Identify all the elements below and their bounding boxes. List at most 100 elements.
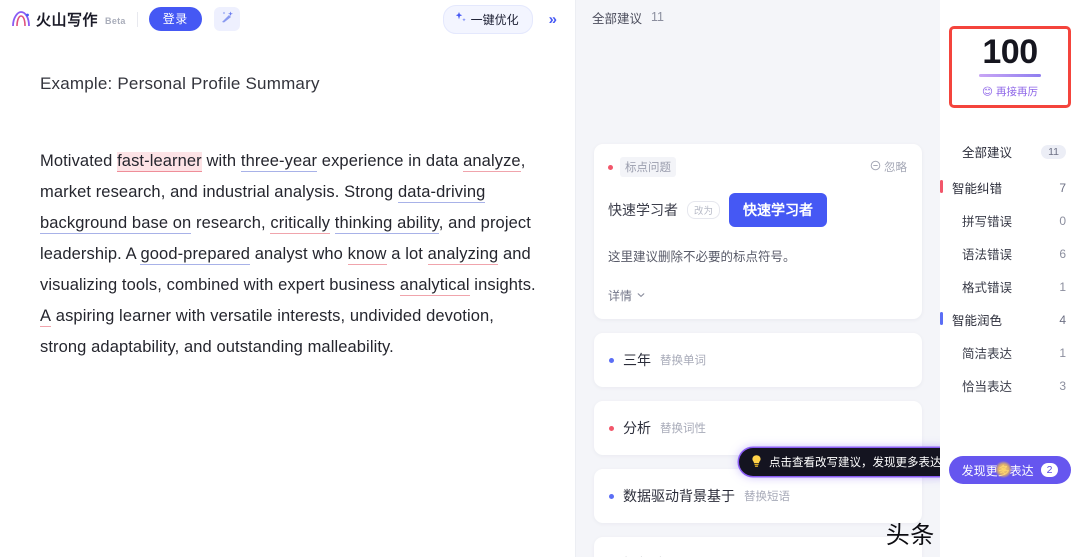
suggestions-list: 标点问题 忽略 快速学习者 改为 快速学习者 这里建议删除不必要的标点符号。 详… — [576, 144, 940, 557]
suggestion-rows: 三年替换单词分析替换词性数据驱动背景基于替换短语批判地替换词性 — [594, 333, 922, 557]
replacement-arrow-label: 改为 — [687, 201, 721, 219]
tooltip-text: 点击查看改写建议，发现更多表达 — [769, 457, 940, 469]
suggestion-row-type: 替换词性 — [660, 423, 706, 435]
watermark: 头条 @生产者Glen — [885, 522, 940, 549]
suggestion-row-word: 分析 — [623, 420, 651, 436]
category-list: 智能纠错 7 拼写错误 0 语法错误 6 格式错误 1 智能润色 4 简洁表达 1 恰当表达 3 — [940, 171, 1080, 402]
doc-segment[interactable]: three-year — [240, 152, 318, 172]
beta-tag: Beta — [105, 15, 126, 26]
doc-segment[interactable]: good-prepared — [140, 245, 251, 265]
replacement-row: 快速学习者 改为 快速学习者 — [608, 193, 907, 227]
doc-segment: a lot — [386, 245, 428, 263]
suggestions-pane: 全部建议 11 标点问题 忽略 快速学习者 改为 快速学习者 这里建议删除不必要… — [576, 0, 940, 557]
editor-toolbar: 火山写作 Beta 登录 一键优化 » — [0, 0, 575, 38]
doc-segment: insights. — [469, 276, 536, 294]
category-all-count: 11 — [1041, 144, 1066, 159]
ignore-button[interactable]: 忽略 — [870, 159, 907, 175]
category-count: 1 — [1059, 279, 1066, 294]
doc-segment: with — [201, 152, 241, 170]
magic-wand-icon — [220, 10, 234, 29]
suggestions-header-label: 全部建议 — [592, 11, 643, 26]
app-root: 火山写作 Beta 登录 一键优化 » Example: Personal Pr… — [0, 0, 1080, 557]
expand-panel-button[interactable]: » — [541, 11, 565, 28]
category-item[interactable]: 语法错误 6 — [940, 237, 1080, 270]
category-item[interactable]: 智能润色 4 — [940, 303, 1080, 336]
doc-segment: research, — [191, 214, 271, 232]
suggestion-card-active[interactable]: 标点问题 忽略 快速学习者 改为 快速学习者 这里建议删除不必要的标点符号。 详… — [594, 144, 922, 319]
category-label: 恰当表达 — [962, 380, 1013, 394]
doc-segment[interactable]: thinking ability — [334, 214, 439, 234]
category-count: 4 — [1059, 312, 1066, 327]
doc-segment[interactable]: know — [347, 245, 387, 265]
suggestion-row[interactable]: 三年 替换单词 — [594, 333, 922, 387]
magic-wand-button[interactable] — [213, 7, 240, 31]
severity-dot-icon — [608, 164, 613, 170]
volcano-logo-icon — [10, 9, 32, 29]
discover-count: 2 — [1040, 463, 1059, 477]
severity-dot-icon — [609, 493, 614, 499]
category-count: 1 — [1059, 345, 1066, 360]
severity-dot-icon — [609, 425, 614, 431]
category-count: 0 — [1059, 213, 1066, 228]
score-progress-bar — [979, 74, 1041, 77]
suggestion-row[interactable]: 批判地替换词性 — [594, 537, 922, 557]
doc-segment[interactable]: fast-learner — [117, 152, 202, 172]
category-count: 6 — [1059, 246, 1066, 261]
apply-replacement-button[interactable]: 快速学习者 — [729, 193, 828, 227]
doc-segment[interactable]: analytical — [399, 276, 470, 296]
suggestion-type-tag: 标点问题 — [608, 157, 676, 177]
sparkle-icon — [454, 11, 467, 27]
doc-segment[interactable]: analyzing — [427, 245, 499, 265]
glow-icon — [995, 461, 1012, 478]
category-all[interactable]: 全部建议 11 — [952, 136, 1068, 167]
category-count: 3 — [1059, 378, 1066, 393]
category-item[interactable]: 拼写错误 0 — [940, 204, 1080, 237]
one-click-optimize-button[interactable]: 一键优化 — [442, 4, 533, 34]
suggestion-tag-label: 标点问题 — [620, 157, 676, 177]
chevron-down-icon — [636, 289, 646, 303]
category-label: 语法错误 — [962, 248, 1013, 262]
doc-segment: analyst who — [250, 245, 348, 263]
suggestion-row[interactable]: 数据驱动背景基于 替换短语 — [594, 469, 922, 523]
doc-segment[interactable]: analyze — [463, 152, 521, 172]
doc-segment: experience in data — [317, 152, 464, 170]
doc-segment[interactable]: A — [40, 307, 52, 327]
category-all-label: 全部建议 — [962, 146, 1013, 160]
doc-segment: Motivated — [40, 152, 118, 170]
category-count: 7 — [1059, 180, 1066, 195]
original-text: 快速学习者 — [608, 202, 678, 218]
doc-segment[interactable]: critically — [270, 214, 331, 234]
brand-logo: 火山写作 Beta — [10, 9, 126, 30]
category-label: 智能润色 — [952, 314, 1003, 328]
category-label: 拼写错误 — [962, 215, 1013, 229]
doc-segment: aspiring learner with versatile interest… — [40, 307, 494, 356]
suggestion-details-toggle[interactable]: 详情 — [608, 287, 907, 304]
rewrite-tooltip: 点击查看改写建议，发现更多表达 — [739, 448, 940, 476]
score-highlight-box: 100 😊 再接再厉 — [949, 26, 1071, 108]
details-label: 详情 — [608, 289, 633, 303]
document-paragraph[interactable]: Motivated fast-learner with three-year e… — [40, 146, 537, 363]
suggestion-row[interactable]: 分析 替换词性 — [594, 401, 922, 455]
category-label: 简洁表达 — [962, 347, 1013, 361]
lightbulb-icon — [750, 454, 763, 471]
optimize-label: 一键优化 — [470, 12, 519, 27]
category-item[interactable]: 简洁表达 1 — [940, 336, 1080, 369]
category-item[interactable]: 格式错误 1 — [940, 270, 1080, 303]
smiley-icon: 😊 — [982, 85, 993, 98]
score-value: 100 — [982, 33, 1038, 71]
category-label: 智能纠错 — [952, 182, 1003, 196]
ignore-label: 忽略 — [884, 162, 907, 174]
login-button[interactable]: 登录 — [148, 7, 202, 31]
circle-minus-icon — [870, 160, 881, 174]
discover-more-button[interactable]: 发现更多表达 2 — [949, 456, 1071, 484]
severity-dot-icon — [609, 357, 614, 363]
document-title: Example: Personal Profile Summary — [40, 74, 320, 93]
editor-pane: 火山写作 Beta 登录 一键优化 » Example: Personal Pr… — [0, 0, 576, 557]
suggestion-row-type: 替换单词 — [660, 355, 706, 367]
category-item[interactable]: 恰当表达 3 — [940, 369, 1080, 402]
score-status-label: 再接再厉 — [995, 86, 1038, 98]
suggestions-header-count: 11 — [651, 10, 664, 24]
category-item[interactable]: 智能纠错 7 — [940, 171, 1080, 204]
document-area[interactable]: Example: Personal Profile Summary Motiva… — [0, 38, 575, 363]
score-panel: 100 😊 再接再厉 全部建议 11 智能纠错 7 拼写错误 0 语法错误 6 格式错误 1 智… — [940, 0, 1080, 557]
